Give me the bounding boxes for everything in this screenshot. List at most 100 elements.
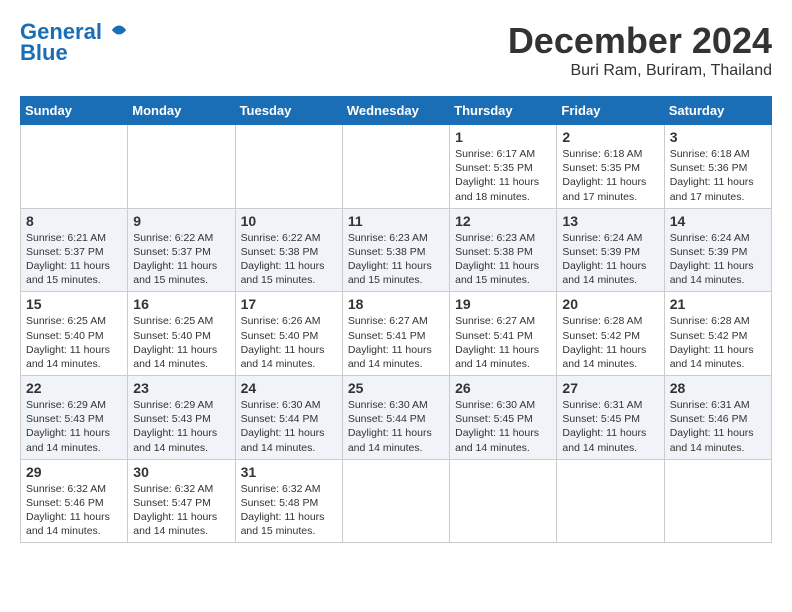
calendar-cell: 20 Sunrise: 6:28 AMSunset: 5:42 PMDaylig… (557, 292, 664, 376)
calendar-cell: 30 Sunrise: 6:32 AMSunset: 5:47 PMDaylig… (128, 459, 235, 543)
day-info: Sunrise: 6:30 AMSunset: 5:44 PMDaylight:… (241, 398, 337, 455)
day-info: Sunrise: 6:22 AMSunset: 5:38 PMDaylight:… (241, 231, 337, 288)
calendar-cell (664, 459, 771, 543)
calendar-cell: 31 Sunrise: 6:32 AMSunset: 5:48 PMDaylig… (235, 459, 342, 543)
calendar-cell: 22 Sunrise: 6:29 AMSunset: 5:43 PMDaylig… (21, 376, 128, 460)
day-number: 30 (133, 464, 229, 480)
day-number: 27 (562, 380, 658, 396)
location: Buri Ram, Buriram, Thailand (508, 62, 772, 80)
day-info: Sunrise: 6:24 AMSunset: 5:39 PMDaylight:… (670, 231, 766, 288)
calendar-cell: 1 Sunrise: 6:17 AMSunset: 5:35 PMDayligh… (450, 125, 557, 209)
day-info: Sunrise: 6:18 AMSunset: 5:36 PMDaylight:… (670, 147, 766, 204)
day-info: Sunrise: 6:22 AMSunset: 5:37 PMDaylight:… (133, 231, 229, 288)
day-info: Sunrise: 6:28 AMSunset: 5:42 PMDaylight:… (670, 314, 766, 371)
calendar-cell: 24 Sunrise: 6:30 AMSunset: 5:44 PMDaylig… (235, 376, 342, 460)
day-header-wednesday: Wednesday (342, 97, 449, 125)
calendar-cell (342, 459, 449, 543)
day-number: 16 (133, 296, 229, 312)
calendar-cell: 18 Sunrise: 6:27 AMSunset: 5:41 PMDaylig… (342, 292, 449, 376)
day-info: Sunrise: 6:32 AMSunset: 5:47 PMDaylight:… (133, 482, 229, 539)
calendar-cell: 10 Sunrise: 6:22 AMSunset: 5:38 PMDaylig… (235, 208, 342, 292)
day-info: Sunrise: 6:28 AMSunset: 5:42 PMDaylight:… (562, 314, 658, 371)
day-number: 14 (670, 213, 766, 229)
day-number: 12 (455, 213, 551, 229)
calendar-table: SundayMondayTuesdayWednesdayThursdayFrid… (20, 96, 772, 543)
day-info: Sunrise: 6:32 AMSunset: 5:46 PMDaylight:… (26, 482, 122, 539)
calendar-cell: 8 Sunrise: 6:21 AMSunset: 5:37 PMDayligh… (21, 208, 128, 292)
day-info: Sunrise: 6:23 AMSunset: 5:38 PMDaylight:… (455, 231, 551, 288)
day-number: 17 (241, 296, 337, 312)
day-info: Sunrise: 6:26 AMSunset: 5:40 PMDaylight:… (241, 314, 337, 371)
day-number: 11 (348, 213, 444, 229)
calendar-cell: 11 Sunrise: 6:23 AMSunset: 5:38 PMDaylig… (342, 208, 449, 292)
day-number: 20 (562, 296, 658, 312)
calendar-cell: 16 Sunrise: 6:25 AMSunset: 5:40 PMDaylig… (128, 292, 235, 376)
day-header-friday: Friday (557, 97, 664, 125)
calendar-cell (21, 125, 128, 209)
day-number: 8 (26, 213, 122, 229)
calendar-cell: 28 Sunrise: 6:31 AMSunset: 5:46 PMDaylig… (664, 376, 771, 460)
day-info: Sunrise: 6:21 AMSunset: 5:37 PMDaylight:… (26, 231, 122, 288)
calendar-cell (235, 125, 342, 209)
page-header: General Blue December 2024 Buri Ram, Bur… (20, 20, 772, 80)
title-block: December 2024 Buri Ram, Buriram, Thailan… (508, 20, 772, 80)
day-number: 21 (670, 296, 766, 312)
day-number: 2 (562, 129, 658, 145)
day-info: Sunrise: 6:27 AMSunset: 5:41 PMDaylight:… (455, 314, 551, 371)
day-number: 25 (348, 380, 444, 396)
calendar-cell: 27 Sunrise: 6:31 AMSunset: 5:45 PMDaylig… (557, 376, 664, 460)
day-info: Sunrise: 6:31 AMSunset: 5:46 PMDaylight:… (670, 398, 766, 455)
day-number: 29 (26, 464, 122, 480)
calendar-cell: 12 Sunrise: 6:23 AMSunset: 5:38 PMDaylig… (450, 208, 557, 292)
day-info: Sunrise: 6:29 AMSunset: 5:43 PMDaylight:… (26, 398, 122, 455)
day-header-sunday: Sunday (21, 97, 128, 125)
calendar-cell: 13 Sunrise: 6:24 AMSunset: 5:39 PMDaylig… (557, 208, 664, 292)
day-info: Sunrise: 6:25 AMSunset: 5:40 PMDaylight:… (26, 314, 122, 371)
day-number: 1 (455, 129, 551, 145)
day-info: Sunrise: 6:17 AMSunset: 5:35 PMDaylight:… (455, 147, 551, 204)
day-info: Sunrise: 6:18 AMSunset: 5:35 PMDaylight:… (562, 147, 658, 204)
day-number: 10 (241, 213, 337, 229)
calendar-cell: 17 Sunrise: 6:26 AMSunset: 5:40 PMDaylig… (235, 292, 342, 376)
day-header-thursday: Thursday (450, 97, 557, 125)
day-info: Sunrise: 6:30 AMSunset: 5:44 PMDaylight:… (348, 398, 444, 455)
day-info: Sunrise: 6:29 AMSunset: 5:43 PMDaylight:… (133, 398, 229, 455)
logo-icon (110, 21, 128, 39)
day-number: 18 (348, 296, 444, 312)
day-info: Sunrise: 6:30 AMSunset: 5:45 PMDaylight:… (455, 398, 551, 455)
month-title: December 2024 (508, 20, 772, 62)
calendar-cell (450, 459, 557, 543)
day-number: 28 (670, 380, 766, 396)
calendar-cell (128, 125, 235, 209)
day-header-saturday: Saturday (664, 97, 771, 125)
calendar-cell: 2 Sunrise: 6:18 AMSunset: 5:35 PMDayligh… (557, 125, 664, 209)
day-number: 31 (241, 464, 337, 480)
calendar-cell: 26 Sunrise: 6:30 AMSunset: 5:45 PMDaylig… (450, 376, 557, 460)
day-number: 22 (26, 380, 122, 396)
day-number: 15 (26, 296, 122, 312)
calendar-cell (557, 459, 664, 543)
day-number: 19 (455, 296, 551, 312)
calendar-cell: 23 Sunrise: 6:29 AMSunset: 5:43 PMDaylig… (128, 376, 235, 460)
day-number: 13 (562, 213, 658, 229)
calendar-cell (342, 125, 449, 209)
day-info: Sunrise: 6:25 AMSunset: 5:40 PMDaylight:… (133, 314, 229, 371)
day-info: Sunrise: 6:31 AMSunset: 5:45 PMDaylight:… (562, 398, 658, 455)
day-info: Sunrise: 6:32 AMSunset: 5:48 PMDaylight:… (241, 482, 337, 539)
day-info: Sunrise: 6:24 AMSunset: 5:39 PMDaylight:… (562, 231, 658, 288)
day-number: 9 (133, 213, 229, 229)
calendar-cell: 21 Sunrise: 6:28 AMSunset: 5:42 PMDaylig… (664, 292, 771, 376)
logo: General Blue (20, 20, 128, 66)
calendar-cell: 15 Sunrise: 6:25 AMSunset: 5:40 PMDaylig… (21, 292, 128, 376)
calendar-cell: 9 Sunrise: 6:22 AMSunset: 5:37 PMDayligh… (128, 208, 235, 292)
day-header-monday: Monday (128, 97, 235, 125)
day-number: 23 (133, 380, 229, 396)
day-info: Sunrise: 6:27 AMSunset: 5:41 PMDaylight:… (348, 314, 444, 371)
calendar-cell: 25 Sunrise: 6:30 AMSunset: 5:44 PMDaylig… (342, 376, 449, 460)
calendar-cell: 14 Sunrise: 6:24 AMSunset: 5:39 PMDaylig… (664, 208, 771, 292)
day-info: Sunrise: 6:23 AMSunset: 5:38 PMDaylight:… (348, 231, 444, 288)
day-number: 26 (455, 380, 551, 396)
day-number: 3 (670, 129, 766, 145)
day-number: 24 (241, 380, 337, 396)
day-header-tuesday: Tuesday (235, 97, 342, 125)
